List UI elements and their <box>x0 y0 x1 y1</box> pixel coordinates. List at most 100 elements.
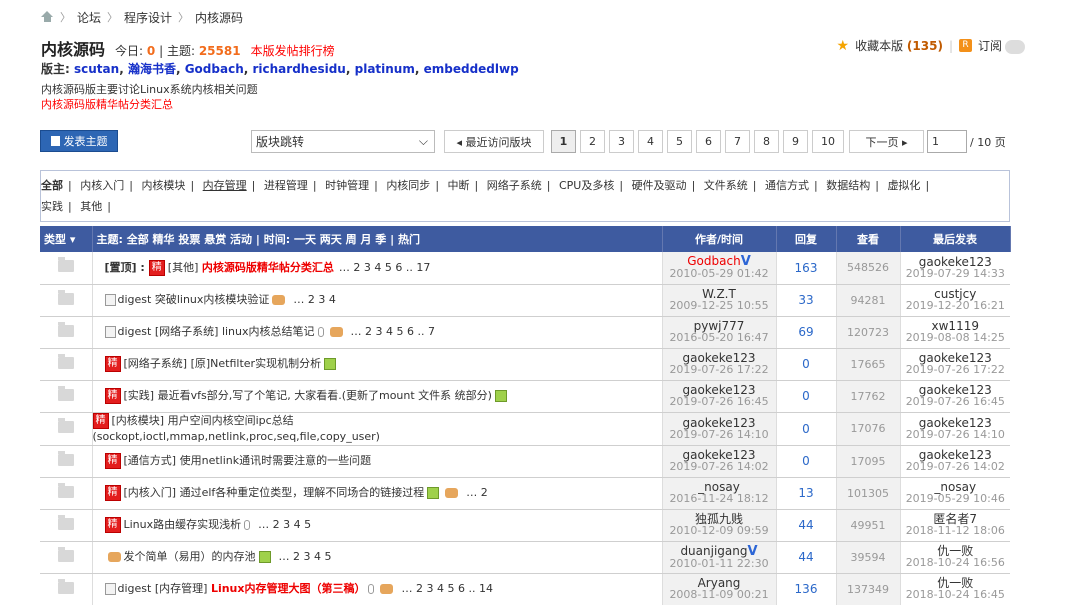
last-post-date[interactable]: 2018-10-24 16:56 <box>901 557 1011 569</box>
page-2[interactable]: 2 <box>580 130 605 153</box>
category-item[interactable]: 网络子系统 <box>487 179 542 192</box>
thread-pages[interactable]: … 2 3 4 5 6 .. 7 <box>351 325 435 338</box>
moderator-link[interactable]: 瀚海书香 <box>128 62 176 76</box>
category-item[interactable]: 硬件及驱动 <box>632 179 687 192</box>
thread-pages[interactable]: … 2 3 4 <box>293 293 336 306</box>
last-post-date[interactable]: 2019-12-20 16:21 <box>901 300 1011 312</box>
recent-forums-button[interactable]: ◂ 最近访问版块 <box>444 130 544 153</box>
thread-category[interactable]: [网络子系统] <box>124 357 188 370</box>
page-8[interactable]: 8 <box>754 130 779 153</box>
thread-title[interactable]: Linux内存管理大图（第三稿） <box>211 582 366 595</box>
home-icon[interactable] <box>41 11 54 23</box>
last-post-date[interactable]: 2018-11-12 18:06 <box>901 525 1011 537</box>
thread-title[interactable]: Linux路由缓存实现浅析 <box>124 518 242 531</box>
last-post-header[interactable]: 最后发表 <box>900 226 1011 252</box>
last-post-date[interactable]: 2019-07-26 14:10 <box>901 428 1011 441</box>
thread-title[interactable]: 发个简单（易用）的内存池 <box>124 550 256 563</box>
last-post-user[interactable]: gaokeke123 <box>901 417 1011 429</box>
category-item[interactable]: 通信方式 <box>765 179 809 192</box>
category-item[interactable]: 内核同步 <box>386 179 430 192</box>
folder-icon[interactable] <box>57 353 74 369</box>
category-item[interactable]: 时钟管理 <box>325 179 369 192</box>
category-item[interactable]: 内核入门 <box>80 179 124 192</box>
moderator-link[interactable]: scutan <box>74 62 119 76</box>
breadcrumb-item-kernel[interactable]: 内核源码 <box>195 9 243 26</box>
last-post-date[interactable]: 2019-05-29 10:46 <box>901 493 1011 505</box>
last-post-date[interactable]: 2019-07-26 14:02 <box>901 461 1011 473</box>
thread-pages[interactable]: … 2 3 4 5 6 .. 14 <box>401 582 492 595</box>
folder-icon[interactable] <box>57 257 74 273</box>
thread-title[interactable]: [原]Netfilter实现机制分析 <box>191 357 321 370</box>
thread-category[interactable]: [网络子系统] <box>155 325 219 338</box>
replies-header[interactable]: 回复 <box>776 226 837 252</box>
thread-title[interactable]: 最近看vfs部分,写了个笔记, 大家看看.(更新了mount 文件系 统部分) <box>158 389 492 402</box>
page-7[interactable]: 7 <box>725 130 750 153</box>
thread-title[interactable]: 用户空间内核空间ipc总结 <box>168 414 294 427</box>
page-10[interactable]: 10 <box>812 130 844 153</box>
digest-summary-link[interactable]: 内核源码版精华帖分类汇总 <box>41 98 173 111</box>
thread-category[interactable]: [实践] <box>124 389 155 402</box>
breadcrumb-item-forum[interactable]: 论坛 <box>77 9 101 26</box>
page-9[interactable]: 9 <box>783 130 808 153</box>
folder-icon[interactable] <box>57 289 74 305</box>
last-post-user[interactable]: gaokeke123 <box>901 256 1011 268</box>
category-item[interactable]: 实践 <box>41 200 63 213</box>
category-item[interactable]: 其他 <box>80 200 102 213</box>
last-post-date[interactable]: 2019-07-26 17:22 <box>901 364 1011 376</box>
last-post-date[interactable]: 2019-07-29 14:33 <box>901 267 1011 280</box>
thread-category[interactable]: [内存管理] <box>155 582 208 595</box>
thread-title[interactable]: linux内核总结笔记 <box>222 325 315 338</box>
topic-filter-header[interactable]: 主题: 全部 精华 投票 悬赏 活动 | 时间: 一天 两天 周 月 季 | 热… <box>92 226 663 252</box>
thread-title-continued[interactable]: (sockopt,ioctl,mmap,netlink,proc,seq,fil… <box>93 430 380 443</box>
folder-icon[interactable] <box>57 385 74 401</box>
author-link[interactable]: Godbach <box>687 254 740 268</box>
author-link[interactable]: duanjigang <box>680 544 747 558</box>
thread-title[interactable]: 使用netlink通讯时需要注意的一些问题 <box>180 454 372 467</box>
folder-icon[interactable] <box>57 514 74 530</box>
folder-icon[interactable] <box>57 418 74 433</box>
type-header[interactable]: 类型 ▾ <box>40 226 93 252</box>
moderator-link[interactable]: platinum <box>355 62 415 76</box>
folder-icon[interactable] <box>57 321 74 337</box>
category-item[interactable]: 数据结构 <box>826 179 870 192</box>
folder-icon[interactable] <box>57 482 74 498</box>
views-header[interactable]: 查看 <box>836 226 901 252</box>
new-topic-button[interactable]: 发表主题 <box>40 130 118 152</box>
page-6[interactable]: 6 <box>696 130 721 153</box>
category-item[interactable]: 虚拟化 <box>887 179 920 192</box>
last-post-date[interactable]: 2018-10-24 16:45 <box>901 589 1011 601</box>
thread-category[interactable]: [内核模块] <box>112 414 165 427</box>
category-all[interactable]: 全部 <box>41 179 63 192</box>
category-item[interactable]: CPU及多核 <box>559 179 614 192</box>
folder-icon[interactable] <box>57 546 74 562</box>
thread-category[interactable]: [其他] <box>168 261 199 274</box>
page-3[interactable]: 3 <box>609 130 634 153</box>
forum-jump-select[interactable]: 版块跳转 ⌵ <box>251 130 435 153</box>
subscribe-link[interactable]: 订阅 <box>978 37 1002 54</box>
thread-title[interactable]: 通过elf各种重定位类型，理解不同场合的链接过程 <box>180 486 425 499</box>
moderator-link[interactable]: embeddedlwp <box>424 62 519 76</box>
thread-pages[interactable]: … 2 3 4 5 <box>258 518 311 531</box>
thread-category[interactable]: [内核入门] <box>124 486 177 499</box>
thread-title[interactable]: 突破linux内核模块验证 <box>155 293 270 306</box>
collapse-toggle[interactable] <box>1005 40 1025 54</box>
category-item[interactable]: 中断 <box>448 179 470 192</box>
thread-category[interactable]: [通信方式] <box>124 454 177 467</box>
last-post-date[interactable]: 2019-07-26 16:45 <box>901 396 1011 408</box>
category-item[interactable]: 内核模块 <box>141 179 185 192</box>
folder-icon[interactable] <box>57 450 74 466</box>
rank-link[interactable]: 本版发帖排行榜 <box>251 42 335 59</box>
moderator-link[interactable]: Godbach <box>185 62 244 76</box>
thread-title[interactable]: 内核源码版精华帖分类汇总 <box>202 261 334 274</box>
category-item[interactable]: 进程管理 <box>264 179 308 192</box>
folder-icon[interactable] <box>57 578 74 594</box>
author-header[interactable]: 作者/时间 <box>662 226 777 252</box>
moderator-link[interactable]: richardhesidu <box>252 62 345 76</box>
category-item[interactable]: 文件系统 <box>704 179 748 192</box>
page-input[interactable]: 1 <box>927 130 967 153</box>
favorite-link[interactable]: 收藏本版 (135) <box>855 37 943 54</box>
page-1[interactable]: 1 <box>551 130 576 153</box>
page-4[interactable]: 4 <box>638 130 663 153</box>
page-5[interactable]: 5 <box>667 130 692 153</box>
thread-pages[interactable]: … 2 <box>466 486 488 499</box>
